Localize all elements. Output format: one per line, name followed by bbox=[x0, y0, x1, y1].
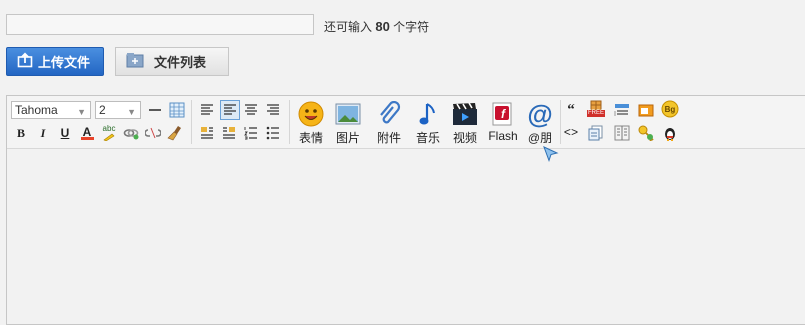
color-swatch bbox=[80, 136, 94, 140]
image-icon bbox=[334, 100, 362, 128]
highlight-icon[interactable]: abc bbox=[100, 124, 118, 142]
char-remaining: 还可输入 80 个字符 bbox=[324, 18, 429, 35]
page-copy-icon[interactable] bbox=[587, 124, 605, 142]
font-family-select[interactable]: Tahoma ▼ bbox=[11, 101, 91, 119]
char-remaining-count: 80 bbox=[375, 19, 390, 34]
at-sign-icon: @ bbox=[526, 98, 554, 129]
unordered-list-icon[interactable] bbox=[264, 124, 282, 142]
link-icon[interactable] bbox=[122, 124, 140, 142]
font-family-value: Tahoma bbox=[15, 103, 58, 117]
char-remaining-suffix: 个字符 bbox=[393, 20, 430, 34]
code-glyph: <> bbox=[563, 126, 579, 140]
bold-glyph: B bbox=[16, 125, 25, 140]
flash-button[interactable]: f Flash bbox=[483, 100, 523, 146]
font-color-icon[interactable]: A bbox=[78, 124, 96, 142]
video-clapper-icon bbox=[451, 100, 479, 128]
font-size-value: 2 bbox=[99, 103, 106, 117]
free-content-icon[interactable]: FREE bbox=[587, 99, 606, 117]
float-left-icon[interactable] bbox=[198, 124, 216, 142]
horizontal-rule-icon[interactable] bbox=[146, 101, 164, 119]
paperclip-icon bbox=[375, 100, 403, 128]
chevron-down-icon: ▼ bbox=[77, 107, 86, 117]
italic-icon[interactable]: I bbox=[34, 124, 52, 142]
flash-glyph: f bbox=[501, 107, 505, 121]
align-left-icon[interactable] bbox=[198, 101, 216, 119]
align-justify-icon[interactable] bbox=[220, 100, 240, 120]
highlight-glyph: abc bbox=[102, 124, 116, 133]
float-right-icon[interactable] bbox=[220, 124, 238, 142]
mouse-cursor-icon bbox=[543, 146, 559, 165]
emoticon-button[interactable]: 表情 bbox=[293, 100, 329, 146]
rich-text-editor: Tahoma ▼ 2 ▼ B I U A abc 表情 图片 附件 音乐 视频 … bbox=[6, 95, 805, 325]
music-button[interactable]: 音乐 bbox=[410, 100, 446, 146]
underline-icon[interactable]: U bbox=[56, 124, 74, 142]
page-layout-icon[interactable] bbox=[613, 124, 631, 142]
mention-button[interactable]: @ @朋 bbox=[522, 98, 558, 146]
toolbar-separator bbox=[289, 100, 290, 144]
free-badge: FREE bbox=[587, 109, 606, 117]
underline-glyph: U bbox=[60, 126, 70, 140]
clear-format-broom-icon[interactable] bbox=[166, 124, 184, 142]
video-button[interactable]: 视频 bbox=[447, 100, 483, 146]
image-label: 图片 bbox=[335, 131, 360, 145]
file-list-label: 文件列表 bbox=[154, 55, 207, 70]
video-label: 视频 bbox=[452, 131, 477, 145]
key-icon[interactable] bbox=[637, 124, 655, 142]
upload-icon bbox=[17, 52, 33, 71]
music-note-icon bbox=[414, 100, 442, 128]
smiley-icon bbox=[297, 100, 325, 128]
upload-file-label: 上传文件 bbox=[38, 55, 91, 70]
unlink-icon[interactable] bbox=[144, 124, 162, 142]
mention-label: @朋 bbox=[527, 131, 553, 145]
background-icon[interactable]: Bg bbox=[661, 100, 679, 118]
code-icon[interactable]: <> bbox=[562, 124, 580, 142]
qq-penguin-icon[interactable] bbox=[661, 124, 679, 142]
ordered-list-icon[interactable] bbox=[242, 124, 260, 142]
align-right-icon[interactable] bbox=[264, 101, 282, 119]
align-center-icon[interactable] bbox=[242, 101, 260, 119]
flash-icon: f bbox=[489, 100, 517, 128]
font-color-glyph: A bbox=[82, 124, 92, 139]
image-button[interactable]: 图片 bbox=[330, 100, 366, 146]
chevron-down-icon: ▼ bbox=[127, 107, 136, 117]
table-icon[interactable] bbox=[168, 101, 186, 119]
emoticon-label: 表情 bbox=[298, 131, 323, 145]
file-list-button[interactable]: 文件列表 bbox=[115, 47, 229, 76]
editor-content-area[interactable] bbox=[7, 149, 805, 324]
music-label: 音乐 bbox=[415, 131, 440, 145]
quote-icon[interactable]: “ bbox=[562, 101, 580, 119]
quote-glyph: “ bbox=[567, 101, 575, 118]
mention-glyph: @ bbox=[527, 98, 553, 129]
attachment-label: 附件 bbox=[376, 131, 401, 145]
editor-toolbar: Tahoma ▼ 2 ▼ B I U A abc 表情 图片 附件 音乐 视频 … bbox=[7, 96, 805, 149]
bold-icon[interactable]: B bbox=[12, 124, 30, 142]
font-size-select[interactable]: 2 ▼ bbox=[95, 101, 141, 119]
toolbar-separator bbox=[560, 100, 561, 144]
upload-file-button[interactable]: 上传文件 bbox=[6, 47, 104, 76]
attachment-button[interactable]: 附件 bbox=[371, 100, 407, 146]
title-input[interactable] bbox=[6, 14, 314, 35]
window-box-icon[interactable] bbox=[637, 101, 655, 119]
folder-list-icon bbox=[126, 52, 144, 71]
char-remaining-prefix: 还可输入 bbox=[324, 20, 373, 34]
italic-glyph: I bbox=[40, 125, 46, 140]
hide-content-icon[interactable] bbox=[613, 101, 631, 119]
flash-label: Flash bbox=[488, 129, 518, 143]
toolbar-separator bbox=[191, 100, 192, 144]
bg-badge: Bg bbox=[664, 104, 676, 114]
